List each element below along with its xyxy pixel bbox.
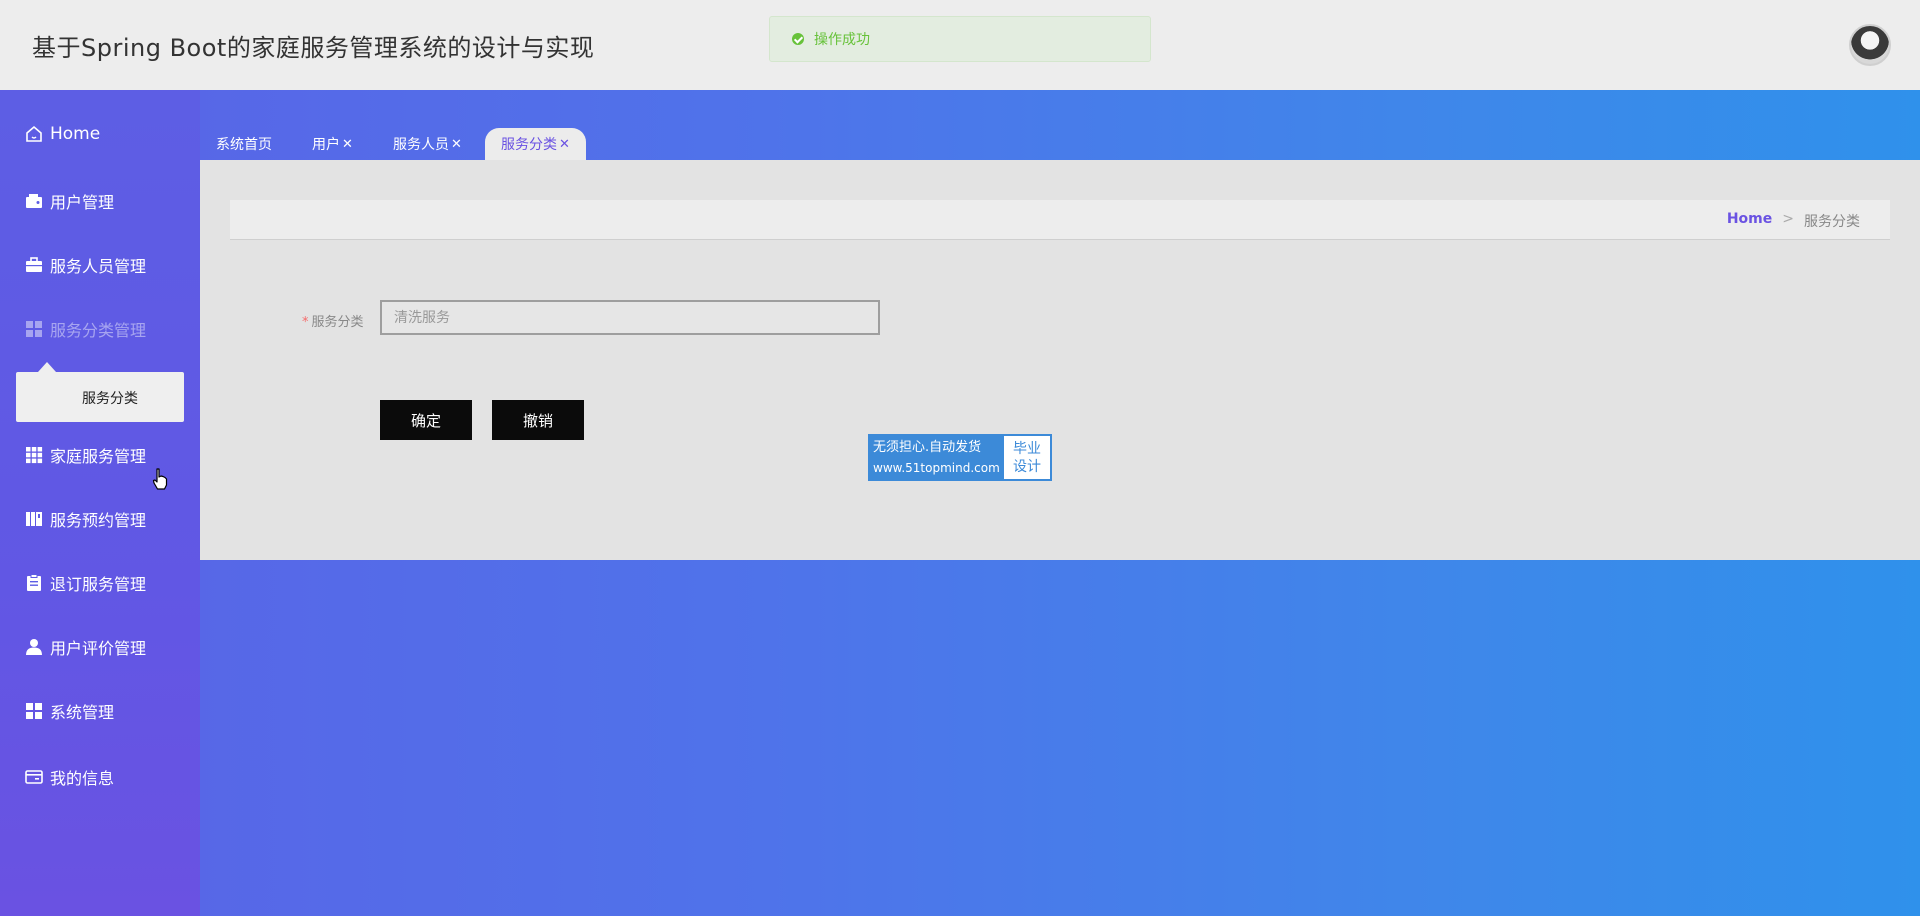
service-category-input[interactable] — [380, 300, 880, 335]
required-mark: * — [302, 315, 309, 330]
sidebar-item-label: 服务预约管理 — [50, 511, 147, 530]
watermark-line1: 无须担心.自动发货 — [873, 440, 982, 455]
hand-cursor-icon — [152, 468, 168, 490]
sidebar-item-system[interactable]: 系统管理 — [24, 697, 114, 725]
apps-icon — [24, 445, 44, 465]
check-circle-icon — [792, 33, 804, 45]
sidebar-item-users[interactable]: 用户管理 — [24, 187, 114, 215]
sidebar-item-label: 家庭服务管理 — [50, 447, 147, 466]
watermark-url: www.51topmind.com — [873, 461, 1000, 475]
sidebar-item-label: 服务分类管理 — [50, 321, 147, 340]
sidebar-item-label: Home — [50, 124, 101, 144]
sidebar-item-home-service[interactable]: 家庭服务管理 — [24, 441, 146, 469]
close-icon[interactable]: ✕ — [559, 137, 570, 152]
tab-users[interactable]: 用户 ✕ — [312, 128, 353, 160]
success-toast: 操作成功 — [769, 16, 1151, 62]
breadcrumb-separator: > — [1782, 211, 1794, 227]
home-icon — [24, 124, 44, 144]
tab-staff[interactable]: 服务人员 ✕ — [393, 128, 462, 160]
close-icon[interactable]: ✕ — [451, 137, 462, 152]
grid-icon — [24, 319, 44, 339]
sidebar-item-label: 用户管理 — [50, 193, 115, 212]
app-title: 基于Spring Boot的家庭服务管理系统的设计与实现 — [32, 34, 595, 62]
cancel-button[interactable]: 撤销 — [492, 400, 584, 440]
sidebar-item-reviews[interactable]: 用户评价管理 — [24, 633, 146, 661]
top-header: 基于Spring Boot的家庭服务管理系统的设计与实现 操作成功 — [0, 0, 1920, 90]
user-icon — [24, 637, 44, 657]
tab-label: 系统首页 — [216, 137, 272, 153]
breadcrumb: Home > 服务分类 — [1727, 211, 1860, 231]
sidebar-item-service-category[interactable]: 服务分类管理 — [24, 315, 146, 343]
service-category-label: * 服务分类 — [302, 311, 364, 330]
watermark-badge: 无须担心.自动发货 www.51topmind.com 毕业 设计 — [868, 434, 1052, 481]
book-icon — [24, 509, 44, 529]
sidebar-item-home[interactable]: Home — [24, 120, 100, 148]
watermark-text: 无须担心.自动发货 www.51topmind.com — [870, 436, 1004, 479]
confirm-button[interactable]: 确定 — [380, 400, 472, 440]
card-icon — [24, 767, 44, 787]
watermark-tag: 毕业 设计 — [1004, 436, 1050, 479]
tab-label: 服务分类 — [501, 137, 557, 153]
watermark-tag-line1: 毕业 — [1013, 440, 1041, 457]
main-content: Home > 服务分类 — [200, 160, 1920, 560]
avatar[interactable] — [1849, 24, 1891, 66]
clipboard-icon — [24, 573, 44, 593]
submenu-popup: 服务分类 — [16, 362, 184, 422]
sidebar-item-label: 服务人员管理 — [50, 257, 147, 276]
sidebar-item-label: 系统管理 — [50, 703, 115, 722]
close-icon[interactable]: ✕ — [342, 137, 353, 152]
form-label-text: 服务分类 — [311, 315, 364, 330]
submenu-item-service-category[interactable]: 服务分类 — [82, 388, 138, 408]
watermark-tag-line2: 设计 — [1013, 458, 1041, 475]
tab-label: 用户 — [312, 137, 340, 153]
sidebar-item-staff[interactable]: 服务人员管理 — [24, 251, 146, 279]
sidebar-item-label: 退订服务管理 — [50, 575, 147, 594]
sidebar-item-label: 我的信息 — [50, 769, 115, 788]
sidebar-item-unsubscribe[interactable]: 退订服务管理 — [24, 569, 146, 597]
tab-service-category[interactable]: 服务分类 ✕ — [485, 128, 586, 160]
tab-home[interactable]: 系统首页 — [216, 128, 272, 160]
grid-icon — [24, 701, 44, 721]
briefcase-icon — [24, 255, 44, 275]
sidebar-item-booking[interactable]: 服务预约管理 — [24, 505, 146, 533]
breadcrumb-current: 服务分类 — [1804, 214, 1860, 230]
sidebar-item-label: 用户评价管理 — [50, 639, 147, 658]
breadcrumb-home[interactable]: Home — [1727, 211, 1772, 231]
sidebar-item-my-info[interactable]: 我的信息 — [24, 763, 114, 791]
wallet-icon — [24, 191, 44, 211]
breadcrumb-bar: Home > 服务分类 — [230, 200, 1890, 240]
toast-message: 操作成功 — [814, 32, 870, 48]
tab-label: 服务人员 — [393, 137, 449, 153]
